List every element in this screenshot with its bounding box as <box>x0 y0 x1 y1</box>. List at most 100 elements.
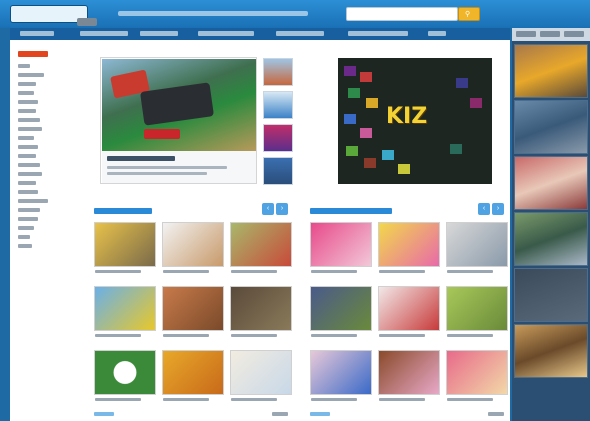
game-thumbnail[interactable] <box>378 286 440 331</box>
game-card[interactable] <box>310 350 372 404</box>
game-thumbnail[interactable] <box>378 222 440 267</box>
nav-item-3[interactable] <box>140 31 178 36</box>
game-thumbnail[interactable] <box>230 286 292 331</box>
game-title[interactable] <box>311 334 357 337</box>
chevron-left-icon[interactable]: ‹ <box>262 203 274 215</box>
nav-item-6[interactable] <box>348 31 408 36</box>
category-item[interactable] <box>18 73 44 77</box>
nav-item-5[interactable] <box>276 31 324 36</box>
game-card[interactable] <box>378 350 440 404</box>
nav-item-2[interactable] <box>80 31 128 36</box>
category-item[interactable] <box>18 172 42 176</box>
featured-game-image[interactable] <box>102 59 256 151</box>
game-card[interactable] <box>162 222 224 276</box>
nav-item-7[interactable] <box>428 31 446 36</box>
game-thumbnail[interactable] <box>446 222 508 267</box>
game-card[interactable] <box>446 286 508 340</box>
sidebar-ad[interactable] <box>512 28 590 421</box>
category-item[interactable] <box>18 82 36 86</box>
category-item[interactable] <box>18 181 36 185</box>
category-item[interactable] <box>18 235 30 239</box>
game-card[interactable] <box>94 286 156 340</box>
game-title[interactable] <box>379 270 425 273</box>
game-title[interactable] <box>379 334 425 337</box>
search-input[interactable] <box>346 7 458 21</box>
category-item[interactable] <box>18 145 38 149</box>
category-item[interactable] <box>18 109 36 113</box>
category-item[interactable] <box>18 154 36 158</box>
nav-item-1[interactable] <box>20 31 54 36</box>
game-thumbnail[interactable] <box>310 350 372 395</box>
game-card[interactable] <box>310 286 372 340</box>
game-title[interactable] <box>447 398 493 401</box>
game-title[interactable] <box>163 334 209 337</box>
sidebar-ad-frame[interactable] <box>514 212 588 266</box>
more-link-right[interactable] <box>488 412 504 416</box>
featured-thumb-4[interactable] <box>263 157 293 185</box>
game-card[interactable] <box>230 286 292 340</box>
site-logo[interactable] <box>10 5 97 26</box>
game-card[interactable] <box>378 286 440 340</box>
nav-item-4[interactable] <box>198 31 254 36</box>
chevron-left-icon[interactable]: ‹ <box>478 203 490 215</box>
category-item[interactable] <box>18 136 34 140</box>
game-title[interactable] <box>163 270 209 273</box>
game-thumbnail[interactable] <box>94 350 156 395</box>
game-card[interactable] <box>446 222 508 276</box>
game-title[interactable] <box>379 398 425 401</box>
game-title[interactable] <box>231 334 277 337</box>
game-thumbnail[interactable] <box>162 222 224 267</box>
game-card[interactable] <box>446 350 508 404</box>
category-item[interactable] <box>18 190 38 194</box>
category-item[interactable] <box>18 217 38 221</box>
game-thumbnail[interactable] <box>94 286 156 331</box>
category-item[interactable] <box>18 163 40 167</box>
game-thumbnail[interactable] <box>94 222 156 267</box>
game-title[interactable] <box>447 334 493 337</box>
category-item[interactable] <box>18 100 38 104</box>
sidebar-ad-frame[interactable] <box>514 156 588 210</box>
game-card[interactable] <box>378 222 440 276</box>
sidebar-ad-tab[interactable] <box>516 31 536 37</box>
game-card[interactable] <box>94 222 156 276</box>
game-title[interactable] <box>311 398 357 401</box>
game-thumbnail[interactable] <box>162 286 224 331</box>
sidebar-ad-frame[interactable] <box>514 100 588 154</box>
pagination-left[interactable] <box>94 412 114 416</box>
sidebar-ad-frame[interactable] <box>514 324 588 378</box>
game-card[interactable] <box>94 350 156 404</box>
game-title[interactable] <box>95 334 141 337</box>
pagination-right[interactable] <box>310 412 330 416</box>
game-thumbnail[interactable] <box>162 350 224 395</box>
game-card[interactable] <box>310 222 372 276</box>
sidebar-ad-tab[interactable] <box>564 31 584 37</box>
chevron-right-icon[interactable]: › <box>276 203 288 215</box>
game-thumbnail[interactable] <box>446 286 508 331</box>
sidebar-ad-frame[interactable] <box>514 268 588 322</box>
search-button[interactable]: ⚲ <box>458 7 480 21</box>
sidebar-ad-tab[interactable] <box>540 31 560 37</box>
game-title[interactable] <box>95 398 141 401</box>
game-thumbnail[interactable] <box>378 350 440 395</box>
category-item[interactable] <box>18 127 42 131</box>
game-thumbnail[interactable] <box>310 286 372 331</box>
game-thumbnail[interactable] <box>230 350 292 395</box>
category-item[interactable] <box>18 64 30 68</box>
game-title[interactable] <box>447 270 493 273</box>
game-thumbnail[interactable] <box>230 222 292 267</box>
featured-title[interactable] <box>107 156 175 161</box>
chevron-right-icon[interactable]: › <box>492 203 504 215</box>
game-title[interactable] <box>95 270 141 273</box>
game-title[interactable] <box>231 270 277 273</box>
featured-thumb-2[interactable] <box>263 91 293 119</box>
featured-thumb-3[interactable] <box>263 124 293 152</box>
category-item[interactable] <box>18 91 34 95</box>
game-title[interactable] <box>231 398 277 401</box>
category-item[interactable] <box>18 244 32 248</box>
featured-thumb-1[interactable] <box>263 58 293 86</box>
category-item[interactable] <box>18 199 48 203</box>
featured-game[interactable] <box>100 57 257 184</box>
game-thumbnail[interactable] <box>310 222 372 267</box>
game-title[interactable] <box>163 398 209 401</box>
game-card[interactable] <box>162 350 224 404</box>
